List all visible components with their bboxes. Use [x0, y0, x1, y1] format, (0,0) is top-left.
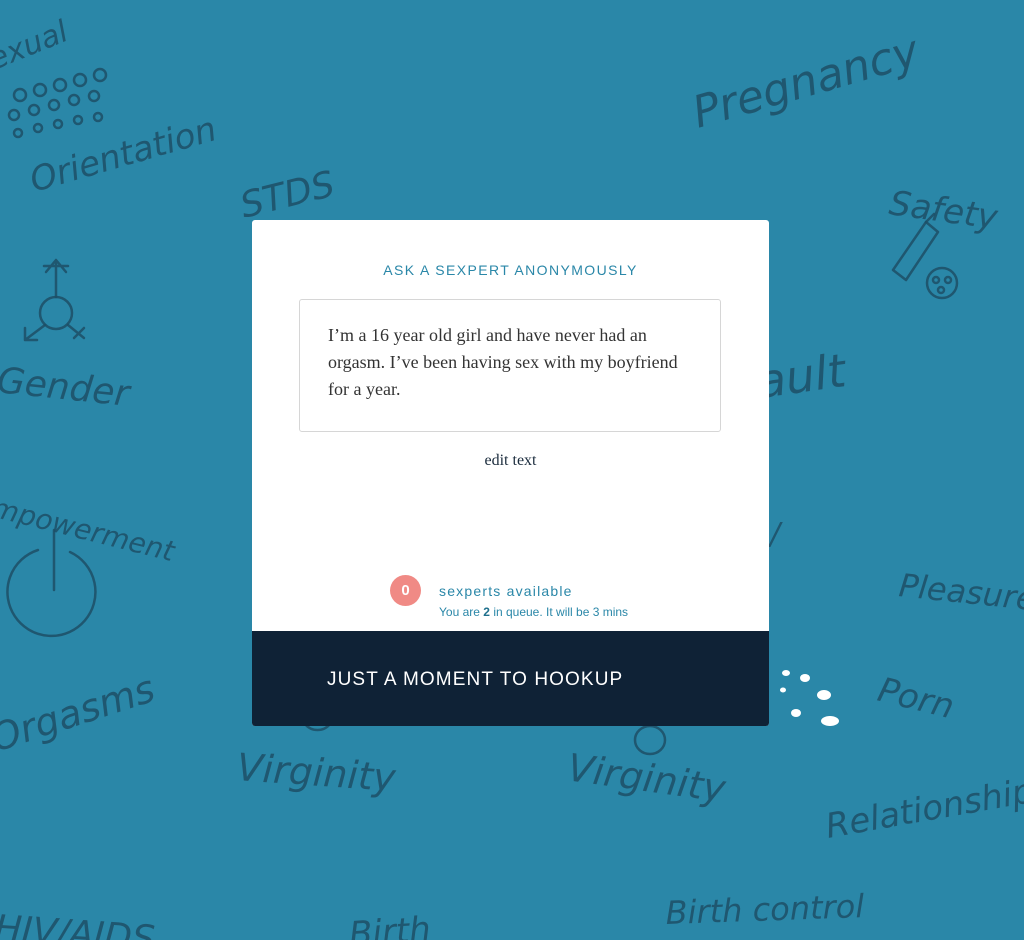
bg-word-orgasms: Orgasms	[0, 666, 160, 760]
queue-prefix: You are	[439, 605, 480, 619]
question-text-box: I’m a 16 year old girl and have never ha…	[299, 299, 721, 432]
queue-suffix: in queue. It will be 3 mins	[493, 605, 629, 619]
bg-word-pleasure: Pleasure	[897, 566, 1024, 618]
ring-doodle-right	[633, 724, 667, 756]
bg-word-sexual: exual	[0, 14, 74, 77]
loading-spinner-icon	[780, 670, 839, 726]
bg-word-stds: STDS	[236, 164, 339, 227]
bg-word-porn: Porn	[874, 670, 958, 727]
scribble-circles-icon	[7, 67, 108, 139]
bg-word-hivaids: HIV/AIDS	[0, 908, 156, 940]
hookup-label: JUST A MOMENT TO HOOKUP	[327, 669, 624, 690]
bg-word-fragment: /	[767, 517, 783, 552]
bg-word-pregnancy: Pregnancy	[687, 25, 926, 138]
sexperts-available-label: sexperts available	[439, 583, 573, 599]
queue-position: 2	[483, 605, 490, 619]
bg-word-birth-control: Birth control	[665, 887, 865, 932]
hookup-button[interactable]: JUST A MOMENT TO HOOKUP	[252, 631, 769, 726]
bg-word-safety: Safety	[887, 183, 1001, 238]
bg-word-virginity-left: Virginity	[235, 745, 397, 800]
availability-status: 0 sexperts available You are 2 in queue.…	[390, 575, 690, 623]
bg-word-gender: Gender	[0, 360, 133, 415]
edit-text-link[interactable]: edit text	[252, 452, 769, 470]
bg-word-relationships: Relationships	[823, 768, 1024, 847]
queue-status: You are 2 in queue. It will be 3 mins	[439, 605, 628, 619]
bg-word-virginity-right: Virginity	[565, 745, 729, 811]
ask-sexpert-card: ASK A SEXPERT ANONYMOUSLY I’m a 16 year …	[252, 220, 769, 726]
card-heading: ASK A SEXPERT ANONYMOUSLY	[383, 262, 638, 278]
gender-symbol-icon	[23, 258, 86, 342]
sexperts-count-badge: 0	[390, 575, 421, 606]
bg-word-birth: Birth	[348, 909, 432, 940]
